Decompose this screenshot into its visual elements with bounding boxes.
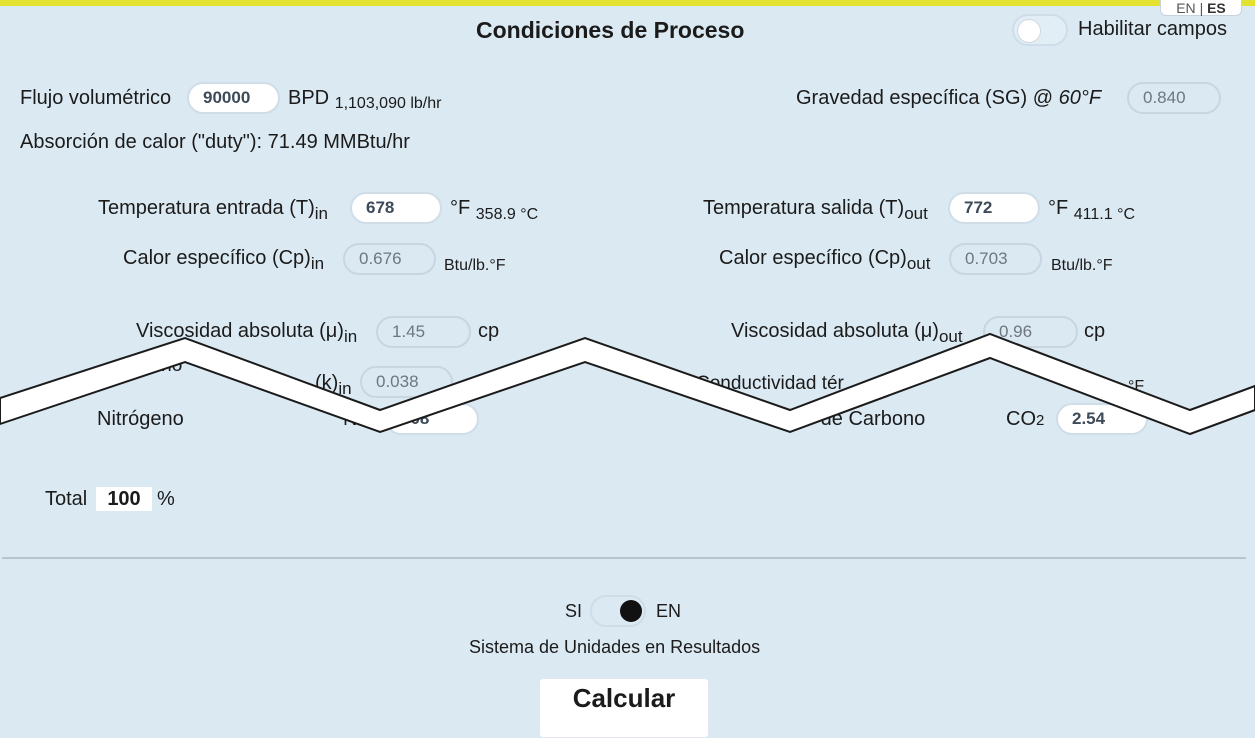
toggle-knob <box>620 600 642 622</box>
units-caption: Sistema de Unidades en Resultados <box>469 637 761 657</box>
total-unit: % <box>157 488 175 510</box>
section-divider <box>2 557 1246 559</box>
units-en-label: EN <box>656 601 682 621</box>
calculate-button[interactable]: Calcular <box>539 678 709 738</box>
units-si-label: SI <box>565 601 583 621</box>
units-system-toggle[interactable] <box>590 595 646 627</box>
total-label: Total <box>45 488 88 510</box>
total-value: 100 <box>96 487 152 511</box>
